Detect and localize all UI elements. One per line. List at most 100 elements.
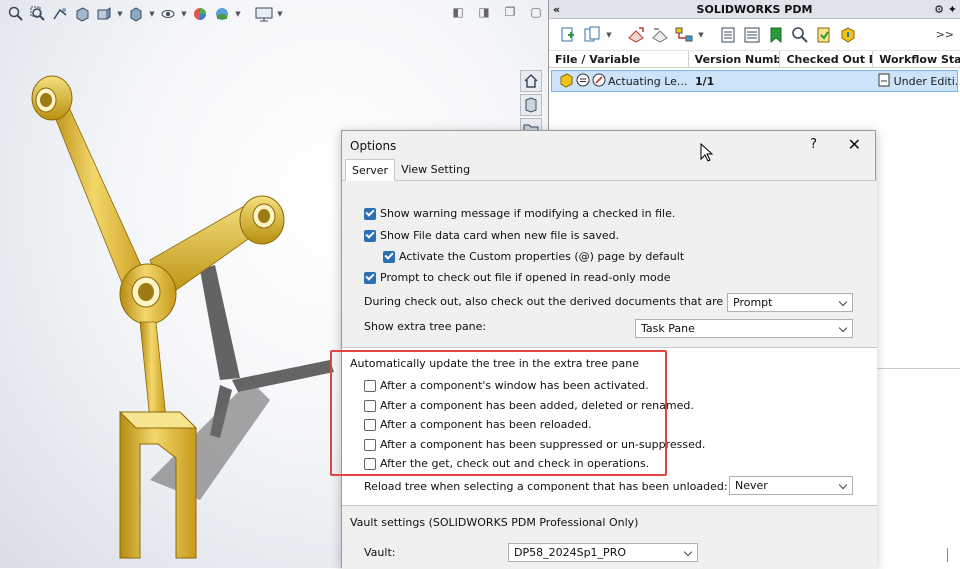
checkbox-checked[interactable] xyxy=(364,207,376,220)
auto-option-added[interactable]: After a component has been added, delete… xyxy=(364,399,694,412)
tile-right-icon[interactable]: ◨ xyxy=(476,4,492,20)
tab-view-setting[interactable]: View Setting xyxy=(395,159,476,181)
warning-modify-option[interactable]: Show warning message if modifying a chec… xyxy=(364,207,675,220)
select-value: Task Pane xyxy=(641,322,695,335)
checkbox-checked[interactable] xyxy=(383,250,395,263)
option-label: Show File data card when new file is sav… xyxy=(380,229,620,242)
column-header[interactable]: Checked Out By xyxy=(780,51,874,67)
checkbox-unchecked[interactable] xyxy=(364,457,376,470)
auto-option-activated[interactable]: After a component's window has been acti… xyxy=(364,379,649,392)
tile-left-icon[interactable]: ◧ xyxy=(450,4,466,20)
file-name: Actuating Le... xyxy=(608,74,688,88)
get-latest-icon[interactable] xyxy=(813,24,835,46)
apply-scene-icon[interactable] xyxy=(212,4,232,24)
checkbox-unchecked[interactable] xyxy=(364,379,376,392)
chevron-down-icon[interactable]: ▼ xyxy=(605,25,613,45)
chevron-down-icon xyxy=(838,480,848,490)
pdm-title: SOLIDWORKS PDM xyxy=(696,3,813,16)
display-style-icon[interactable] xyxy=(126,4,146,24)
chevron-down-icon[interactable]: ▼ xyxy=(697,25,705,45)
zoom-area-icon[interactable] xyxy=(28,4,48,24)
search-icon[interactable] xyxy=(789,24,811,46)
view-orientation-icon[interactable] xyxy=(94,4,114,24)
checkbox-checked[interactable] xyxy=(364,229,376,242)
derived-docs-label: During check out, also check out the der… xyxy=(364,295,772,308)
more-tools-button[interactable]: >> xyxy=(936,28,954,41)
checkbox-unchecked[interactable] xyxy=(364,438,376,451)
viewport-window-controls: ◧ ◨ ❐ ▢ xyxy=(450,4,544,20)
column-header[interactable]: Workflow State xyxy=(873,51,960,67)
option-label: Activate the Custom properties (@) page … xyxy=(399,250,685,263)
pdm-column-headers: File / Variable Version Number Checked O… xyxy=(549,51,960,68)
extra-tree-select[interactable]: Task Pane xyxy=(635,319,853,338)
gear-icon[interactable]: ⚙ xyxy=(934,0,944,19)
close-button[interactable]: ✕ xyxy=(848,135,861,154)
list-icon[interactable] xyxy=(741,24,763,46)
add-files-icon[interactable] xyxy=(557,24,579,46)
hide-show-icon[interactable] xyxy=(158,4,178,24)
undo-check-out-icon[interactable] xyxy=(649,24,671,46)
history-icon[interactable] xyxy=(717,24,739,46)
section-view-icon[interactable] xyxy=(72,4,92,24)
server-options-panel: Show warning message if modifying a chec… xyxy=(342,181,877,347)
maximize-icon[interactable]: ▢ xyxy=(528,4,544,20)
auto-option-reloaded[interactable]: After a component has been reloaded. xyxy=(364,418,592,431)
auto-option-suppressed[interactable]: After a component has been suppressed or… xyxy=(364,438,705,451)
vault-label: Vault: xyxy=(364,546,396,559)
select-value: Never xyxy=(735,479,768,492)
check-in-icon[interactable] xyxy=(581,24,603,46)
restore-icon[interactable]: ❐ xyxy=(502,4,518,20)
dialog-title-bar: Options ? ✕ xyxy=(342,131,875,159)
derived-docs-select[interactable]: Prompt xyxy=(727,293,853,312)
mouse-cursor-icon xyxy=(700,143,714,162)
auto-update-title: Automatically update the tree in the ext… xyxy=(350,357,640,370)
option-label: After a component has been reloaded. xyxy=(380,418,592,431)
checkbox-checked[interactable] xyxy=(364,271,376,284)
pdm-toolbar: ▼ ▼ >> xyxy=(549,19,960,51)
zoom-to-fit-icon[interactable] xyxy=(6,4,26,24)
workflow-state: Under Editi... xyxy=(893,74,957,88)
checkbox-unchecked[interactable] xyxy=(364,418,376,431)
checkbox-unchecked[interactable] xyxy=(364,399,376,412)
reload-tree-label: Reload tree when selecting a component t… xyxy=(364,480,728,493)
option-label: After a component has been suppressed or… xyxy=(380,438,706,451)
tab-server[interactable]: Server xyxy=(345,159,396,181)
library-icon[interactable] xyxy=(520,94,542,116)
pdm-title-bar: « SOLIDWORKS PDM ⚙ ✦ xyxy=(549,0,960,19)
prompt-checkout-option[interactable]: Prompt to check out file if opened in re… xyxy=(364,271,671,284)
column-header[interactable]: File / Variable xyxy=(549,51,689,67)
options-dialog: Options ? ✕ Server View Setting Show war… xyxy=(341,130,877,569)
check-out-icon[interactable] xyxy=(625,24,647,46)
help-button[interactable]: ? xyxy=(810,137,817,152)
refresh-icon[interactable] xyxy=(837,24,859,46)
collapse-icon[interactable]: « xyxy=(553,0,560,19)
bookmark-icon[interactable] xyxy=(765,24,787,46)
previous-view-icon[interactable] xyxy=(50,4,70,24)
view-settings-icon[interactable] xyxy=(254,4,274,24)
pin-icon[interactable]: ✦ xyxy=(948,0,957,19)
edit-icon xyxy=(592,73,606,90)
vault-select[interactable]: DP58_2024Sp1_PRO xyxy=(508,543,698,562)
column-header[interactable]: Version Number xyxy=(689,51,781,67)
chevron-down-icon[interactable]: ▼ xyxy=(148,4,156,24)
show-datacard-option[interactable]: Show File data card when new file is sav… xyxy=(364,229,619,242)
select-value: Prompt xyxy=(733,296,773,309)
workflow-icon[interactable] xyxy=(673,24,695,46)
auto-option-checkin[interactable]: After the get, check out and check in op… xyxy=(364,457,649,470)
chevron-down-icon[interactable]: ▼ xyxy=(116,4,124,24)
edit-appearance-icon[interactable] xyxy=(190,4,210,24)
table-row[interactable]: Actuating Le... 1/1 Under Editi... xyxy=(551,70,958,92)
chevron-down-icon[interactable]: ▼ xyxy=(276,4,284,24)
option-label: After the get, check out and check in op… xyxy=(380,457,650,470)
chevron-down-icon[interactable]: ▼ xyxy=(180,4,188,24)
chevron-down-icon xyxy=(838,323,848,333)
select-value: DP58_2024Sp1_PRO xyxy=(514,546,626,559)
chevron-down-icon[interactable]: ▼ xyxy=(234,4,242,24)
reload-tree-select[interactable]: Never xyxy=(729,476,853,495)
dialog-tabs: Server View Setting xyxy=(342,159,877,181)
option-label: After a component's window has been acti… xyxy=(380,379,649,392)
custom-properties-option[interactable]: Activate the Custom properties (@) page … xyxy=(383,250,684,263)
chevron-down-icon xyxy=(683,547,693,557)
vault-settings-title: Vault settings (SOLIDWORKS PDM Professio… xyxy=(350,516,639,529)
home-icon[interactable] xyxy=(520,70,542,92)
